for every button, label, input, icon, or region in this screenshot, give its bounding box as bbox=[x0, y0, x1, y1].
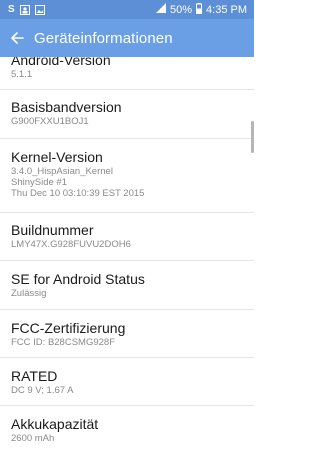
clock: 4:35 PM bbox=[206, 3, 247, 16]
item-title: Akkukapazität bbox=[11, 416, 99, 432]
battery-icon bbox=[196, 2, 203, 17]
item-title: Android-Version bbox=[11, 57, 111, 68]
item-title: SE for Android Status bbox=[11, 271, 145, 287]
list-item-se-android-status[interactable]: SE for Android Status Zulässig bbox=[0, 261, 254, 310]
item-value: FCC ID: B28CSMG928F bbox=[11, 337, 115, 348]
item-title: RATED bbox=[11, 368, 58, 384]
back-arrow-icon bbox=[10, 32, 24, 44]
list-item-battery-capacity[interactable]: Akkukapazität 2600 mAh bbox=[0, 406, 254, 450]
item-title: Buildnummer bbox=[11, 222, 94, 238]
list-item-build-number[interactable]: Buildnummer LMY47X.G928FUVU2DOH6 bbox=[0, 213, 254, 261]
item-value: 2600 mAh bbox=[11, 433, 55, 444]
signal-icon bbox=[156, 3, 166, 16]
item-title: Basisbandversion bbox=[11, 99, 122, 115]
item-value: 3.4.0_HispAsian_Kernel ShinySide #1 Thu … bbox=[11, 166, 145, 199]
status-bar: S 50% 4:35 PM bbox=[0, 0, 254, 19]
battery-percent: 50% bbox=[170, 3, 193, 16]
item-value: 5.1.1 bbox=[11, 69, 33, 80]
device-info-list[interactable]: Android-Version 5.1.1 Basisbandversion G… bbox=[0, 57, 254, 450]
item-value: G900FXXU1BOJ1 bbox=[11, 116, 89, 127]
status-indicators: 50% 4:35 PM bbox=[156, 2, 254, 17]
item-title: Kernel-Version bbox=[11, 149, 103, 165]
scrollbar[interactable] bbox=[251, 121, 254, 153]
list-item-baseband-version[interactable]: Basisbandversion G900FXXU1BOJ1 bbox=[0, 90, 254, 139]
action-bar: Geräteinformationen bbox=[0, 19, 254, 57]
notification-icons: S bbox=[0, 4, 45, 15]
list-item-rated[interactable]: RATED DC 9 V; 1.67 A bbox=[0, 358, 254, 406]
page-title: Geräteinformationen bbox=[34, 29, 173, 47]
s-icon: S bbox=[8, 4, 15, 15]
item-value: LMY47X.G928FUVU2DOH6 bbox=[11, 239, 131, 250]
item-title: FCC-Zertifizierung bbox=[11, 320, 126, 336]
image-icon bbox=[34, 4, 45, 15]
item-value: DC 9 V; 1.67 A bbox=[11, 385, 74, 396]
item-value: Zulässig bbox=[11, 288, 47, 299]
back-button[interactable] bbox=[4, 19, 30, 57]
list-item-fcc-certification[interactable]: FCC-Zertifizierung FCC ID: B28CSMG928F bbox=[0, 310, 254, 358]
person-icon bbox=[19, 4, 30, 15]
list-item-android-version[interactable]: Android-Version 5.1.1 bbox=[0, 57, 254, 90]
list-item-kernel-version[interactable]: Kernel-Version 3.4.0_HispAsian_Kernel Sh… bbox=[0, 139, 254, 213]
